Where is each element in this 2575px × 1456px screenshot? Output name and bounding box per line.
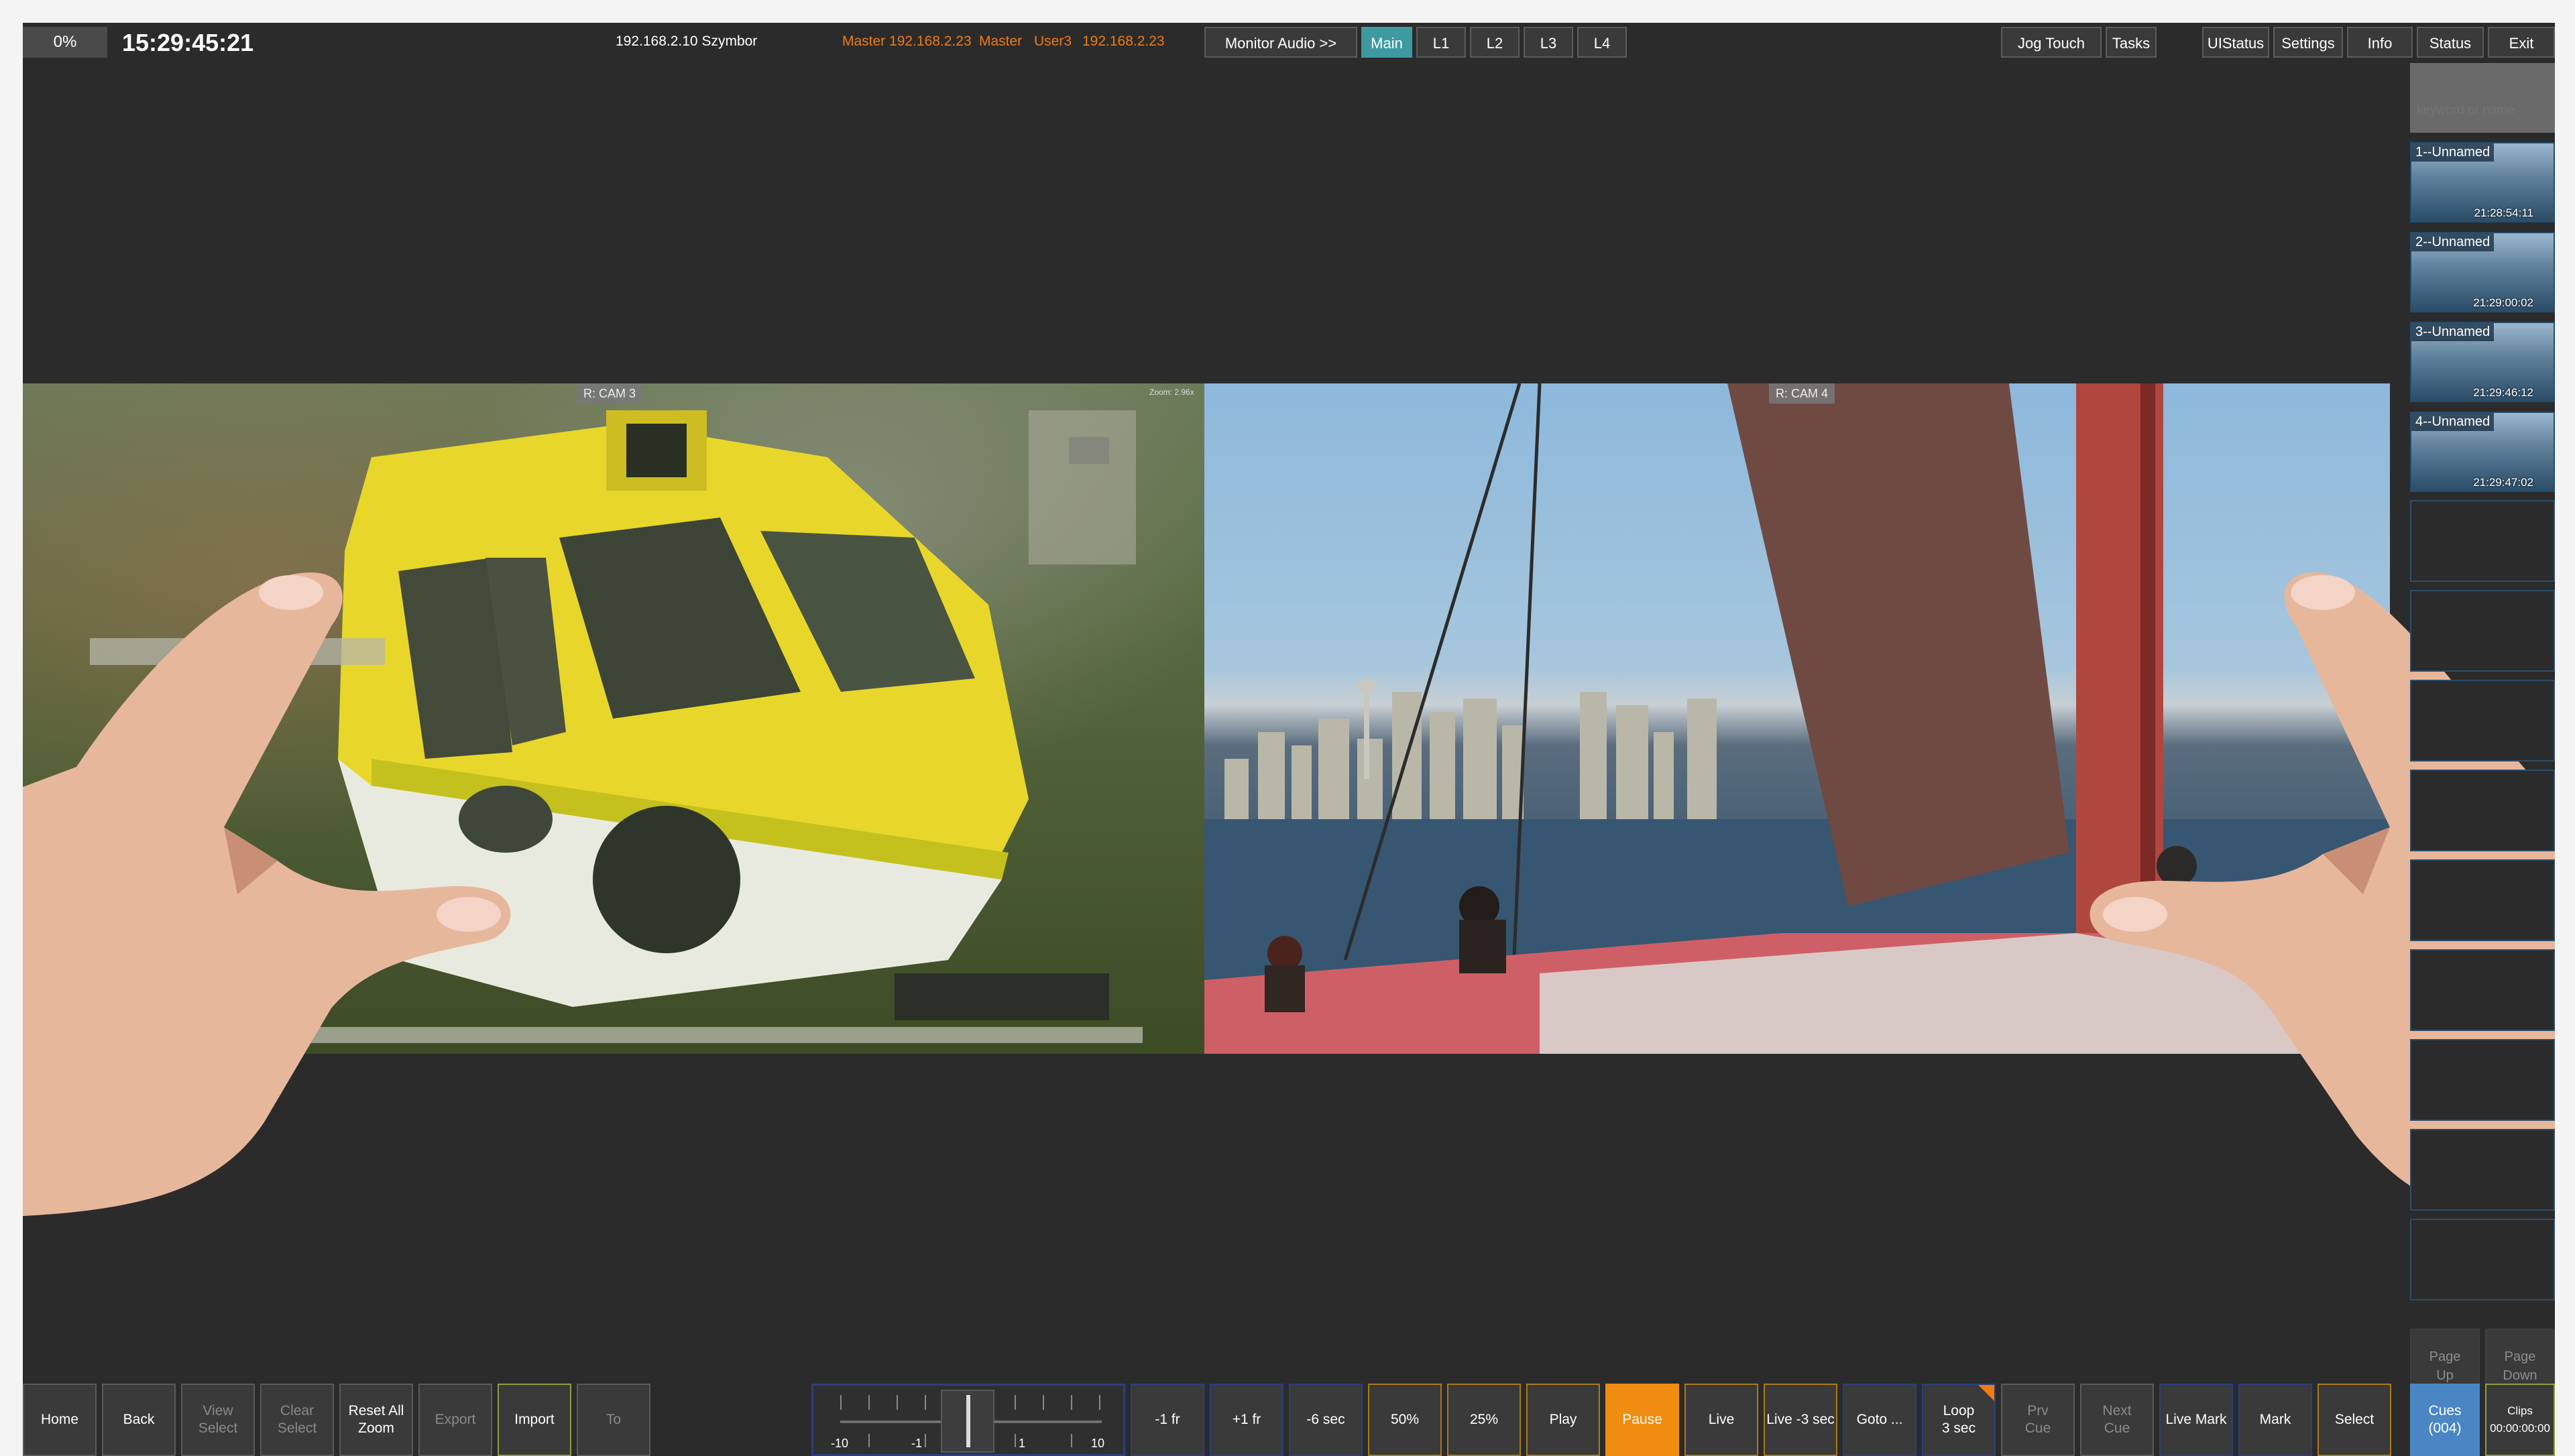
shuttle-tick <box>1043 1395 1044 1410</box>
clip-search-input[interactable] <box>2410 63 2555 133</box>
minus-1fr-button[interactable]: -1 fr <box>1131 1384 1204 1456</box>
clip-timecode: 21:29:47:02 <box>2473 476 2533 489</box>
replay-app-window: 0% 15:29:45:21 192.168.2.10 Szymbor Mast… <box>23 23 2555 1456</box>
goto-button[interactable]: Goto ... <box>1843 1384 1916 1456</box>
clip-slot-empty[interactable] <box>2410 1129 2555 1211</box>
left-hand-image <box>23 572 511 1216</box>
info-button[interactable]: Info <box>2347 27 2413 58</box>
clip-timecode: 21:29:00:02 <box>2473 296 2533 309</box>
shuttle-slider[interactable]: -10 -1 1 10 <box>811 1384 1125 1456</box>
shuttle-label: 10 <box>1091 1437 1105 1450</box>
select-button[interactable]: Select <box>2318 1384 2391 1456</box>
clip-slot-empty[interactable] <box>2410 500 2555 582</box>
camera-label-left: R: CAM 3 <box>577 383 643 404</box>
live-button[interactable]: Live <box>1684 1384 1758 1456</box>
user-label: User3 <box>1034 34 1072 49</box>
minus-6sec-button[interactable]: -6 sec <box>1289 1384 1363 1456</box>
clip-label: 3--Unnamed <box>2411 323 2495 341</box>
shuttle-tick <box>925 1395 926 1410</box>
zoom-label: Zoom: 2.96x <box>1149 387 1194 397</box>
clip-timecode: 21:28:54:11 <box>2474 206 2533 219</box>
shuttle-tick <box>1015 1434 1016 1447</box>
shuttle-knob-marker <box>966 1395 970 1447</box>
tasks-button[interactable]: Tasks <box>2106 27 2157 58</box>
home-button[interactable]: Home <box>23 1384 97 1456</box>
clip-slot-empty[interactable] <box>2410 949 2555 1031</box>
shuttle-tick <box>1015 1395 1016 1410</box>
clip-timecode: 21:29:46:12 <box>2473 386 2533 399</box>
play-button[interactable]: Play <box>1526 1384 1600 1456</box>
loop-button[interactable]: Loop 3 sec <box>1922 1384 1996 1456</box>
clip-slot-empty[interactable] <box>2410 680 2555 762</box>
uistatus-button[interactable]: UIStatus <box>2202 27 2269 58</box>
l2-button[interactable]: L2 <box>1470 27 1520 58</box>
plus-1fr-button[interactable]: +1 fr <box>1210 1384 1283 1456</box>
master-label: Master <box>979 34 1023 49</box>
shuttle-tick <box>897 1395 898 1410</box>
cues-button[interactable]: Cues (004) <box>2410 1384 2480 1456</box>
camera-label-right: R: CAM 4 <box>1769 383 1835 404</box>
clip-thumbnail-4[interactable]: 4--Unnamed 21:29:47:02 <box>2410 412 2555 492</box>
clip-slot-empty[interactable] <box>2410 859 2555 941</box>
timecode-display: 15:29:45:21 <box>122 29 254 56</box>
export-button[interactable]: Export <box>418 1384 492 1456</box>
pause-button[interactable]: Pause <box>1605 1384 1679 1456</box>
clear-select-button[interactable]: Clear Select <box>260 1384 334 1456</box>
shuttle-tick <box>840 1395 842 1410</box>
status-button[interactable]: Status <box>2417 27 2484 58</box>
user-ip: 192.168.2.23 <box>1082 34 1165 49</box>
clip-slot-empty[interactable] <box>2410 590 2555 672</box>
speed-25-button[interactable]: 25% <box>1447 1384 1521 1456</box>
reset-all-zoom-button[interactable]: Reset All Zoom <box>339 1384 413 1456</box>
clip-thumbnail-2[interactable]: 2--Unnamed 21:29:00:02 <box>2410 232 2555 312</box>
exit-button[interactable]: Exit <box>2488 27 2555 58</box>
l4-button[interactable]: L4 <box>1577 27 1627 58</box>
loop-active-indicator <box>1978 1385 1994 1401</box>
l1-button[interactable]: L1 <box>1416 27 1466 58</box>
monitor-audio-button[interactable]: Monitor Audio >> <box>1204 27 1357 58</box>
l3-button[interactable]: L3 <box>1524 27 1573 58</box>
master-ip: Master 192.168.2.23 <box>842 34 972 49</box>
shuttle-tick <box>868 1434 870 1447</box>
shuttle-tick <box>1071 1434 1072 1447</box>
shuttle-tick <box>1099 1395 1100 1410</box>
main-button[interactable]: Main <box>1361 27 1412 58</box>
clip-label: 4--Unnamed <box>2411 413 2495 431</box>
shuttle-label: 1 <box>1019 1437 1026 1450</box>
speed-50-button[interactable]: 50% <box>1368 1384 1442 1456</box>
clip-label: 1--Unnamed <box>2411 143 2495 162</box>
back-button[interactable]: Back <box>102 1384 176 1456</box>
clips-button[interactable]: Clips 00:00:00:00 <box>2485 1384 2555 1456</box>
previous-cue-button[interactable]: Prv Cue <box>2001 1384 2075 1456</box>
next-cue-button[interactable]: Next Cue <box>2080 1384 2154 1456</box>
import-button[interactable]: Import <box>498 1384 571 1456</box>
jog-touch-button[interactable]: Jog Touch <box>2001 27 2102 58</box>
shuttle-tick <box>868 1395 870 1410</box>
top-bar: 0% 15:29:45:21 192.168.2.10 Szymbor Mast… <box>23 23 2555 63</box>
view-select-button[interactable]: View Select <box>181 1384 255 1456</box>
clip-thumbnail-3[interactable]: 3--Unnamed 21:29:46:12 <box>2410 322 2555 402</box>
to-button[interactable]: To <box>577 1384 650 1456</box>
shuttle-tick <box>1071 1395 1072 1410</box>
mark-button[interactable]: Mark <box>2238 1384 2312 1456</box>
clip-panel: 1--Unnamed 21:28:54:11 2--Unnamed 21:29:… <box>2410 63 2555 1404</box>
host-info: 192.168.2.10 Szymbor <box>616 34 758 49</box>
shuttle-tick <box>925 1434 926 1447</box>
clip-label: 2--Unnamed <box>2411 233 2495 251</box>
loop-label: Loop 3 sec <box>1941 1403 1976 1436</box>
clip-slot-empty[interactable] <box>2410 1039 2555 1121</box>
shuttle-label: -1 <box>911 1437 923 1450</box>
live-mark-button[interactable]: Live Mark <box>2159 1384 2233 1456</box>
progress-percent: 0% <box>23 27 107 58</box>
clip-thumbnail-1[interactable]: 1--Unnamed 21:28:54:11 <box>2410 142 2555 223</box>
clip-slot-empty[interactable] <box>2410 1219 2555 1300</box>
clip-slot-empty[interactable] <box>2410 770 2555 851</box>
shuttle-label: -10 <box>831 1437 849 1450</box>
live-minus-3sec-button[interactable]: Live -3 sec <box>1764 1384 1837 1456</box>
shuttle-knob[interactable] <box>941 1390 994 1453</box>
settings-button[interactable]: Settings <box>2273 27 2343 58</box>
